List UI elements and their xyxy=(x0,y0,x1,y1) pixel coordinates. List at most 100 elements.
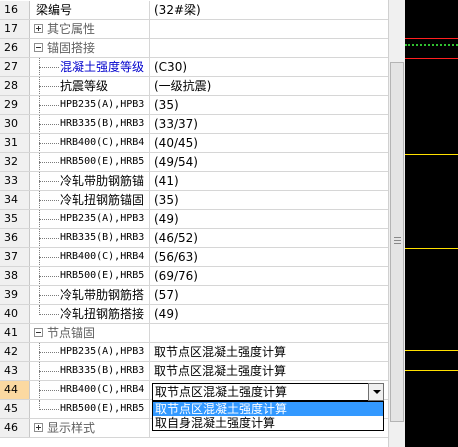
property-grid: 16 梁编号 (32#梁) 17 其它属性 26 锚固搭接 27 混凝土强度等级 (C30) 28 抗… xyxy=(0,0,388,447)
property-value[interactable]: (一级抗震) xyxy=(151,77,387,95)
dropdown-list[interactable]: 取节点区混凝土强度计算 取自身混凝土强度计算 xyxy=(152,401,384,431)
tree-branch xyxy=(39,276,59,277)
property-label: 混凝土强度等级 xyxy=(60,60,145,74)
vertical-scrollbar[interactable] xyxy=(388,0,405,447)
property-value[interactable]: (C30) xyxy=(151,58,387,76)
row-number: 42 xyxy=(0,343,30,361)
property-row[interactable]: 37 HRB400(C),HRB4 (56/63) xyxy=(0,248,388,267)
group-row[interactable]: 17 其它属性 xyxy=(0,20,388,39)
row-number: 27 xyxy=(0,58,30,76)
tree-branch xyxy=(39,390,59,391)
property-row[interactable]: 34 冷轧扭钢筋锚固 (35) xyxy=(0,191,388,210)
property-row[interactable]: 40 冷轧扭钢筋搭接 (49) xyxy=(0,305,388,324)
group-row[interactable]: 41 节点锚固 xyxy=(0,324,388,343)
property-label: HPB235(A),HPB3 xyxy=(60,346,145,357)
property-label: 显示样式 xyxy=(47,421,96,435)
property-label: HRB335(B),HRB3 xyxy=(60,232,145,243)
tree-branch xyxy=(39,181,59,182)
anchor-calc-select[interactable]: 取节点区混凝土强度计算 xyxy=(152,383,384,401)
chevron-down-icon[interactable] xyxy=(368,383,384,401)
property-row[interactable]: 39 冷轧带肋钢筋搭 (57) xyxy=(0,286,388,305)
property-row[interactable]: 28 抗震等级 (一级抗震) xyxy=(0,77,388,96)
row-number: 45 xyxy=(0,400,30,418)
property-name-cell: HRB335(B),HRB3 xyxy=(30,362,150,380)
collapse-icon[interactable] xyxy=(34,43,43,52)
property-label: 冷轧扭钢筋锚固 xyxy=(60,193,145,207)
row-number: 16 xyxy=(0,1,30,19)
property-name-cell: HPB235(A),HPB3 xyxy=(30,96,150,114)
property-value[interactable]: (49/54) xyxy=(151,153,387,171)
property-name-cell: HPB235(A),HPB3 xyxy=(30,343,150,361)
row-number: 32 xyxy=(0,153,30,171)
property-name-cell: 显示样式 xyxy=(30,419,150,437)
expand-icon[interactable] xyxy=(34,423,43,432)
property-name-cell: 冷轧带肋钢筋搭 xyxy=(30,286,150,304)
property-value[interactable]: (41) xyxy=(151,172,387,190)
tree-branch xyxy=(39,257,59,258)
property-value[interactable]: (40/45) xyxy=(151,134,387,152)
property-value[interactable]: (56/63) xyxy=(151,248,387,266)
property-row[interactable]: 31 HRB400(C),HRB4 (40/45) xyxy=(0,134,388,153)
property-value[interactable]: 取节点区混凝土强度计算 xyxy=(151,343,387,361)
property-row[interactable]: 43 HRB335(B),HRB3 取节点区混凝土强度计算 xyxy=(0,362,388,381)
tree-branch xyxy=(39,295,59,296)
select-value: 取节点区混凝土强度计算 xyxy=(155,385,288,399)
property-label: 冷轧带肋钢筋搭 xyxy=(60,288,145,302)
row-number: 40 xyxy=(0,305,30,323)
property-name-cell: HRB400(C),HRB4 xyxy=(30,134,150,152)
scrollbar-thumb[interactable] xyxy=(390,62,404,422)
property-value xyxy=(151,324,387,342)
tree-branch xyxy=(39,371,59,372)
dropdown-option-node-concrete[interactable]: 取节点区混凝土强度计算 xyxy=(153,402,383,416)
property-value[interactable]: (35) xyxy=(151,191,387,209)
expand-icon[interactable] xyxy=(34,24,43,33)
property-row[interactable]: 27 混凝土强度等级 (C30) xyxy=(0,58,388,77)
property-value[interactable]: (49) xyxy=(151,305,387,323)
property-name-cell: 冷轧扭钢筋搭接 xyxy=(30,305,150,323)
property-label: HRB500(E),HRB5 xyxy=(60,403,145,414)
property-label: HRB400(C),HRB4 xyxy=(60,137,145,148)
property-row[interactable]: 33 冷轧带肋钢筋锚 (41) xyxy=(0,172,388,191)
property-value[interactable]: 取节点区混凝土强度计算 xyxy=(151,362,387,380)
drawing-canvas[interactable] xyxy=(405,0,458,447)
row-number: 44 xyxy=(0,381,30,399)
property-value[interactable]: (46/52) xyxy=(151,229,387,247)
property-name-cell: HRB335(B),HRB3 xyxy=(30,115,150,133)
property-name-cell: HRB500(E),HRB5 xyxy=(30,153,150,171)
property-name-cell: 锚固搭接 xyxy=(30,39,150,57)
property-value[interactable]: (35) xyxy=(151,96,387,114)
row-number: 46 xyxy=(0,419,30,437)
tree-branch xyxy=(39,238,59,239)
property-name-cell: 冷轧扭钢筋锚固 xyxy=(30,191,150,209)
property-row[interactable]: 32 HRB500(E),HRB5 (49/54) xyxy=(0,153,388,172)
property-row[interactable]: 36 HRB335(B),HRB3 (46/52) xyxy=(0,229,388,248)
property-name-cell: 混凝土强度等级 xyxy=(30,58,150,76)
row-number: 33 xyxy=(0,172,30,190)
tree-branch xyxy=(39,86,59,87)
row-number: 39 xyxy=(0,286,30,304)
row-number: 35 xyxy=(0,210,30,228)
property-value[interactable]: (57) xyxy=(151,286,387,304)
tree-branch xyxy=(39,200,59,201)
property-value[interactable]: (33/37) xyxy=(151,115,387,133)
dropdown-option-self-concrete[interactable]: 取自身混凝土强度计算 xyxy=(153,416,383,430)
property-label: HRB400(C),HRB4 xyxy=(60,384,145,395)
collapse-icon[interactable] xyxy=(34,328,43,337)
property-value[interactable]: (49) xyxy=(151,210,387,228)
group-row[interactable]: 26 锚固搭接 xyxy=(0,39,388,58)
property-row[interactable]: 38 HRB500(E),HRB5 (69/76) xyxy=(0,267,388,286)
row-number: 26 xyxy=(0,39,30,57)
property-row[interactable]: 42 HPB235(A),HPB3 取节点区混凝土强度计算 xyxy=(0,343,388,362)
property-row[interactable]: 16 梁编号 (32#梁) xyxy=(0,1,388,20)
property-value[interactable]: (32#梁) xyxy=(151,1,387,19)
property-row[interactable]: 29 HPB235(A),HPB3 (35) xyxy=(0,96,388,115)
row-number: 31 xyxy=(0,134,30,152)
property-row[interactable]: 30 HRB335(B),HRB3 (33/37) xyxy=(0,115,388,134)
property-name-cell: HRB500(E),HRB5 xyxy=(30,267,150,285)
property-label: HRB335(B),HRB3 xyxy=(60,365,145,376)
tree-branch xyxy=(39,162,59,163)
property-label: 锚固搭接 xyxy=(47,41,96,55)
property-value[interactable]: (69/76) xyxy=(151,267,387,285)
property-row[interactable]: 35 HPB235(A),HPB3 (49) xyxy=(0,210,388,229)
property-label: HPB235(A),HPB3 xyxy=(60,99,145,110)
